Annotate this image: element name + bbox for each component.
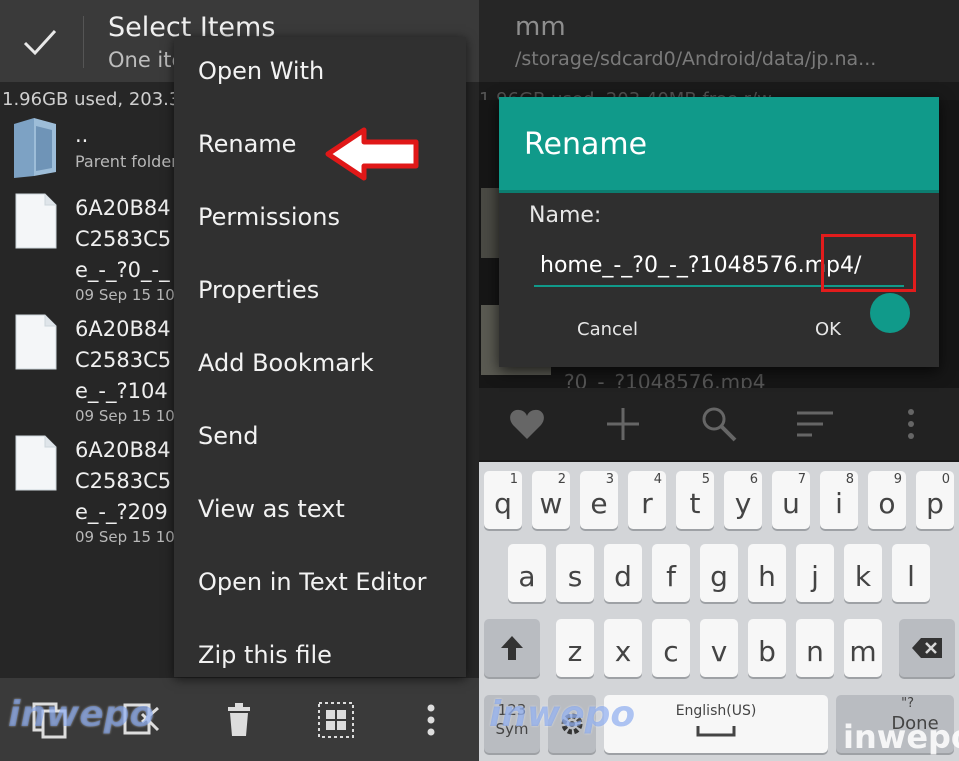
key-z[interactable]: z [556, 619, 594, 677]
menu-item-add-bookmark[interactable]: Add Bookmark [198, 349, 374, 377]
file-icon [15, 314, 57, 370]
parent-folder-label: Parent folder [75, 152, 178, 171]
heart-icon[interactable] [507, 404, 547, 444]
file-name-line3: e_-_?0_-_ [75, 258, 170, 282]
key-a[interactable]: a [508, 544, 546, 602]
watermark: inwepo [8, 694, 155, 735]
file-icon [15, 193, 57, 249]
key-j[interactable]: j [796, 544, 834, 602]
file-toolbar [479, 388, 959, 460]
key-o[interactable]: 9o [868, 471, 906, 529]
menu-item-rename[interactable]: Rename [198, 130, 296, 158]
key-t[interactable]: 5t [676, 471, 714, 529]
key-s[interactable]: s [556, 544, 594, 602]
storage-status: 1.96GB used, 203.3 [2, 89, 181, 110]
folder-icon [14, 118, 56, 178]
key-g[interactable]: g [700, 544, 738, 602]
ok-button[interactable]: OK [815, 319, 841, 340]
file-icon [15, 435, 57, 491]
key-i[interactable]: 8i [820, 471, 858, 529]
space-icon [696, 726, 736, 737]
divider [83, 16, 84, 68]
key-p[interactable]: 0p [916, 471, 954, 529]
file-name-line3: e_-_?209 [75, 500, 168, 524]
shift-arrow-icon [501, 636, 523, 660]
key-m[interactable]: m [844, 619, 882, 677]
name-label: Name: [529, 203, 602, 228]
key-u[interactable]: 7u [772, 471, 810, 529]
path-bar: mm /storage/sdcard0/Android/data/jp.na..… [479, 0, 959, 82]
watermark: inwepo [489, 694, 636, 735]
key-f[interactable]: f [652, 544, 690, 602]
key-d[interactable]: d [604, 544, 642, 602]
file-name-line2: C2583C5 [75, 348, 172, 372]
file-name-line1: 6A20B84 [75, 438, 171, 462]
key-v[interactable]: v [700, 619, 738, 677]
file-date: 09 Sep 15 10 [75, 528, 175, 546]
file-name-line2: C2583C5 [75, 469, 172, 493]
file-name-line1: 6A20B84 [75, 317, 171, 341]
key-n[interactable]: n [796, 619, 834, 677]
rename-dialog: Rename Name: Cancel OK [499, 97, 939, 367]
watermark-white: inwepo [843, 718, 959, 756]
key-c[interactable]: c [652, 619, 690, 677]
menu-item-permissions[interactable]: Permissions [198, 203, 340, 231]
plus-icon[interactable] [603, 404, 643, 444]
key-e[interactable]: 3e [580, 471, 618, 529]
key-y[interactable]: 6y [724, 471, 762, 529]
file-manager-left-screen: Select Items One ite 1.96GB used, 203.3 … [0, 0, 479, 761]
menu-item-properties[interactable]: Properties [198, 276, 319, 304]
menu-item-send[interactable]: Send [198, 422, 258, 450]
key-w[interactable]: 2w [532, 471, 570, 529]
menu-item-zip-this-file[interactable]: Zip this file [198, 641, 332, 669]
key-r[interactable]: 4r [628, 471, 666, 529]
cancel-button[interactable]: Cancel [577, 319, 638, 340]
folder-title: mm [515, 12, 566, 42]
dialog-header: Rename [499, 97, 939, 193]
parent-folder-name: .. [75, 123, 89, 147]
file-date: 09 Sep 15 10 [75, 407, 175, 425]
menu-item-view-as-text[interactable]: View as text [198, 495, 345, 523]
file-date: 09 Sep 15 10 [75, 286, 175, 304]
key-x[interactable]: x [604, 619, 642, 677]
space-bar[interactable]: English(US) [604, 695, 828, 753]
selection-subtitle: One ite [108, 48, 185, 72]
menu-item-open-in-text-editor[interactable]: Open in Text Editor [198, 568, 426, 596]
context-menu: Open With Rename Permissions Properties … [174, 37, 466, 677]
key-b[interactable]: b [748, 619, 786, 677]
key-k[interactable]: k [844, 544, 882, 602]
more-vert-icon[interactable] [411, 700, 451, 740]
checkmark-icon[interactable] [20, 22, 60, 62]
dialog-title: Rename [524, 127, 648, 162]
sort-icon[interactable] [795, 404, 835, 444]
trash-icon[interactable] [219, 700, 259, 740]
menu-item-open-with[interactable]: Open With [198, 57, 324, 85]
folder-path: /storage/sdcard0/Android/data/jp.na... [515, 48, 877, 70]
file-name-line3: e_-_?104 [75, 379, 168, 403]
key-l[interactable]: l [892, 544, 930, 602]
file-name-line2: C2583C5 [75, 227, 172, 251]
key-h[interactable]: h [748, 544, 786, 602]
file-name-line1: 6A20B84 [75, 196, 171, 220]
shift-key[interactable] [484, 619, 540, 677]
select-all-icon[interactable] [316, 700, 356, 740]
text-cursor-handle[interactable] [870, 293, 910, 333]
more-vert-icon[interactable] [891, 404, 931, 444]
backspace-icon [912, 638, 942, 658]
extension-highlight-box [821, 234, 916, 292]
pointer-arrow-annotation [325, 127, 419, 181]
backspace-key[interactable] [899, 619, 955, 677]
key-q[interactable]: 1q [484, 471, 522, 529]
search-icon[interactable] [699, 404, 739, 444]
